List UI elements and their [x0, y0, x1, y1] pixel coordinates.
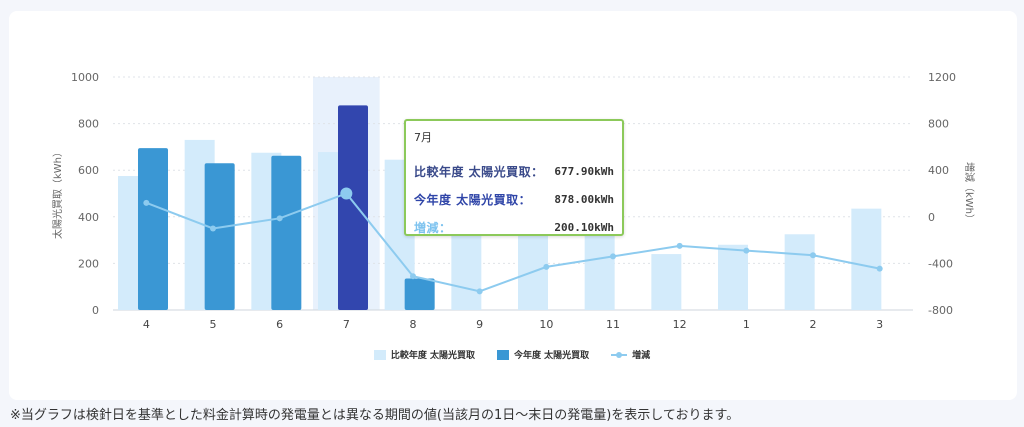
tooltip-value-current: 878.00kWh: [554, 192, 614, 206]
y-left-tick-label: 200: [78, 257, 99, 270]
tooltip-row-diff: 増減： 200.10kWh: [414, 213, 614, 241]
chart-tooltip: 7月 比較年度 太陽光買取： 677.90kWh 今年度 太陽光買取： 878.…: [404, 119, 624, 236]
point-diff: [410, 273, 416, 280]
point-diff: [543, 263, 550, 270]
bar-comparison: [784, 234, 815, 310]
x-tick-label: 3: [876, 318, 883, 331]
bar-current: [138, 148, 168, 310]
tooltip-row-current: 今年度 太陽光買取： 878.00kWh: [414, 185, 614, 213]
chart-legend: 比較年度 太陽光買取 今年度 太陽光買取 増減: [0, 348, 1024, 361]
legend-label-comparison: 比較年度 太陽光買取: [390, 351, 475, 361]
bar-current: [404, 278, 435, 310]
legend-item-current[interactable]: 今年度 太陽光買取: [496, 348, 590, 361]
y-right-tick-label: -400: [928, 257, 953, 270]
tooltip-value-comparison: 677.90kWh: [554, 164, 614, 178]
y-right-tick-label: 1200: [928, 71, 956, 84]
bar-current: [338, 105, 368, 311]
point-diff: [210, 225, 216, 232]
x-tick-label: 1: [743, 318, 750, 331]
footnote: ※当グラフは検針日を基準とした料金計算時の発電量とは異なる期間の値(当該月の1日…: [10, 408, 740, 423]
legend-item-comparison[interactable]: 比較年度 太陽光買取: [373, 348, 475, 361]
y-left-axis-title: 太陽光買取（kWh）: [51, 147, 64, 239]
x-tick-label: 8: [410, 318, 417, 331]
point-diff: [276, 215, 283, 222]
point-diff: [743, 247, 750, 254]
y-right-tick-label: 400: [928, 164, 949, 177]
point-diff: [340, 187, 353, 200]
y-right-tick-label: 800: [928, 118, 949, 131]
x-tick-label: 11: [606, 318, 620, 331]
x-tick-label: 7: [343, 318, 350, 331]
legend-item-diff[interactable]: 増減: [611, 348, 650, 361]
tooltip-title: 7月: [414, 131, 432, 144]
tooltip-label-current: 今年度 太陽光買取：: [414, 192, 532, 207]
point-diff: [476, 288, 483, 295]
tooltip-row-comparison: 比較年度 太陽光買取： 677.90kWh: [414, 157, 614, 185]
x-tick-label: 5: [210, 318, 217, 331]
x-tick-label: 2: [810, 318, 817, 331]
y-left-tick-label: 600: [78, 164, 99, 177]
tooltip-label-comparison: 比較年度 太陽光買取：: [414, 164, 544, 179]
legend-swatch-diff: [611, 350, 628, 360]
point-diff: [876, 265, 883, 272]
x-tick-label: 6: [276, 318, 283, 331]
bar-current: [204, 163, 235, 310]
bar-current: [271, 155, 302, 310]
legend-swatch-comparison: [373, 349, 386, 360]
bar-comparison: [718, 244, 748, 310]
y-left-tick-label: 400: [78, 211, 99, 224]
point-diff: [143, 199, 150, 206]
y-right-tick-label: 0: [928, 211, 935, 224]
y-left-tick-label: 0: [92, 304, 99, 317]
legend-swatch-current: [496, 349, 509, 360]
y-right-tick-label: -800: [928, 304, 953, 317]
legend-label-diff: 増減: [632, 351, 651, 361]
legend-label-current: 今年度 太陽光買取: [513, 351, 590, 361]
x-tick-label: 4: [143, 318, 150, 331]
y-left-tick-label: 800: [78, 118, 99, 131]
x-tick-label: 12: [673, 318, 687, 331]
x-tick-label: 10: [539, 318, 553, 331]
point-diff: [676, 242, 683, 249]
y-left-tick-label: 1000: [71, 71, 99, 84]
tooltip-label-diff: 増減：: [414, 220, 452, 235]
bar-comparison: [651, 254, 682, 310]
tooltip-value-diff: 200.10kWh: [554, 220, 614, 234]
y-right-axis-title: 増減（kWh）: [963, 162, 976, 224]
point-diff: [810, 252, 816, 259]
point-diff: [610, 253, 616, 260]
bar-comparison: [851, 208, 882, 310]
x-tick-label: 9: [476, 318, 483, 331]
